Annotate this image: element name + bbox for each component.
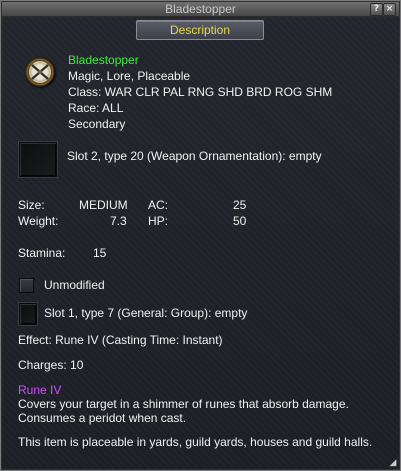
- item-slot: Secondary: [68, 117, 126, 131]
- window-title: Bladestopper: [165, 2, 236, 16]
- item-races: Race: ALL: [68, 101, 124, 115]
- spell-name: Rune IV: [18, 383, 62, 397]
- ac-label: AC:: [148, 198, 169, 212]
- unmodified-label: Unmodified: [44, 278, 105, 292]
- item-name: Bladestopper: [68, 53, 139, 67]
- tab-description[interactable]: Description: [136, 20, 264, 40]
- hp-value: 50: [233, 214, 247, 228]
- round-shield-crossed-swords-icon: [25, 57, 55, 87]
- stamina-value: 15: [93, 246, 107, 260]
- ornament-slot-box[interactable]: [19, 142, 57, 177]
- help-button[interactable]: ?: [370, 3, 383, 16]
- tab-description-label: Description: [169, 23, 231, 37]
- item-display-window: Bladestopper ? × Description Bladestoppe…: [0, 0, 401, 471]
- size-value: MEDIUM: [79, 198, 128, 212]
- ornament-slot-text: Slot 2, type 20 (Weapon Ornamentation): …: [67, 149, 322, 163]
- augment-slot-text: Slot 1, type 7 (General: Group): empty: [44, 306, 248, 320]
- item-flags: Magic, Lore, Placeable: [68, 69, 191, 83]
- ac-value: 25: [233, 198, 247, 212]
- stamina-label: Stamina:: [18, 246, 66, 260]
- weight-label: Weight:: [18, 214, 59, 228]
- unmodified-checkbox[interactable]: [19, 278, 34, 293]
- title-bar[interactable]: Bladestopper ? ×: [2, 2, 399, 17]
- charges-line: Charges: 10: [18, 358, 84, 372]
- hp-label: HP:: [148, 214, 169, 228]
- spell-description-line-1: Covers your target in a shimmer of runes…: [18, 397, 349, 411]
- weight-value: 7.3: [110, 214, 127, 228]
- augment-slot-box[interactable]: [19, 303, 37, 325]
- effect-line: Effect: Rune IV (Casting Time: Instant): [18, 333, 223, 347]
- resize-corner-icon[interactable]: ◢: [388, 458, 398, 468]
- spell-description-line-2: Consumes a peridot when cast.: [18, 411, 187, 425]
- size-label: Size:: [18, 198, 45, 212]
- close-button[interactable]: ×: [383, 3, 396, 16]
- placeable-note: This item is placeable in yards, guild y…: [18, 435, 373, 449]
- item-classes: Class: WAR CLR PAL RNG SHD BRD ROG SHM: [68, 85, 333, 99]
